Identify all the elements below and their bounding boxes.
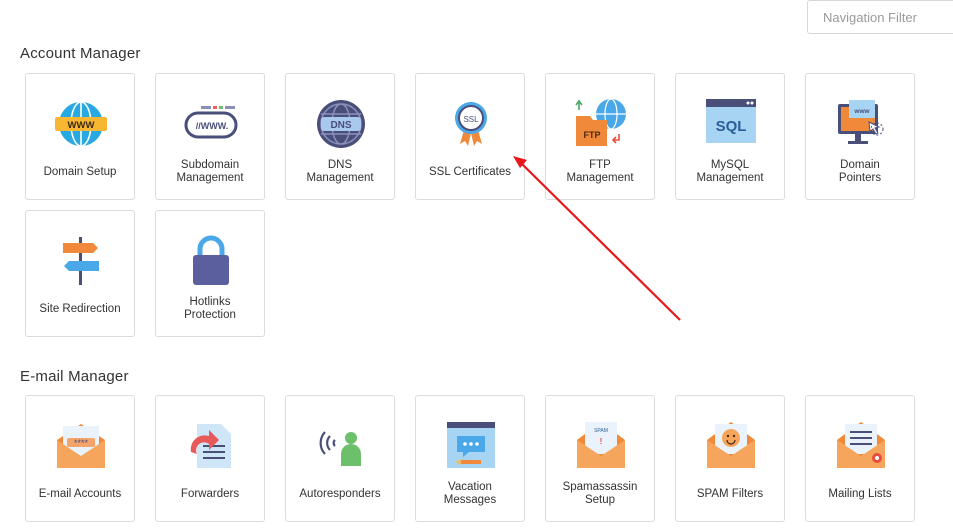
- forward-document-icon: [183, 418, 239, 474]
- tile-label: FTP Management: [566, 159, 634, 184]
- tile-ftp-management[interactable]: FTP FTP Management: [545, 73, 655, 200]
- tile-label: Domain Setup: [43, 165, 117, 178]
- www-link-icon: //WWW.: [183, 96, 239, 152]
- tile-hotlinks-protection[interactable]: Hotlinks Protection: [155, 210, 265, 337]
- tile-dns-management[interactable]: DNS DNS Management: [285, 73, 395, 200]
- tile-mysql-management[interactable]: SQL MySQL Management: [675, 73, 785, 200]
- ftp-folder-icon: FTP: [573, 96, 629, 152]
- tile-subdomain-management[interactable]: //WWW. Subdomain Management: [155, 73, 265, 200]
- svg-text:****: ****: [74, 438, 89, 448]
- person-signal-icon: [313, 418, 369, 474]
- tile-label: SPAM Filters: [696, 487, 764, 500]
- svg-text:DNS: DNS: [330, 120, 351, 131]
- svg-text:www: www: [853, 108, 870, 115]
- tile-site-redirection[interactable]: Site Redirection: [25, 210, 135, 337]
- spam-envelope-icon: SPAM !: [573, 418, 629, 474]
- tile-label: Forwarders: [180, 487, 240, 500]
- tile-label: Mailing Lists: [828, 487, 892, 500]
- tile-label: Autoresponders: [299, 487, 381, 500]
- tile-ssl-certificates[interactable]: SSL SSL Certificates: [415, 73, 525, 200]
- envelope-password-icon: ****: [53, 418, 109, 474]
- dns-globe-icon: DNS: [313, 96, 369, 152]
- svg-text:!: !: [600, 437, 603, 446]
- list-envelope-icon: [833, 418, 889, 474]
- globe-www-icon: WWW: [53, 96, 109, 152]
- smiley-envelope-icon: [703, 418, 759, 474]
- account-manager-heading: Account Manager: [20, 45, 141, 62]
- tile-spam-filters[interactable]: SPAM Filters: [675, 395, 785, 522]
- padlock-icon: [183, 233, 239, 289]
- tile-label: Hotlinks Protection: [184, 296, 236, 321]
- ssl-badge-icon: SSL: [443, 96, 499, 152]
- sql-window-icon: SQL: [703, 96, 759, 152]
- tile-domain-setup[interactable]: WWW Domain Setup: [25, 73, 135, 200]
- email-manager-heading: E-mail Manager: [20, 368, 129, 385]
- tile-autoresponders[interactable]: Autoresponders: [285, 395, 395, 522]
- svg-text:WWW: WWW: [68, 120, 95, 131]
- svg-text:SSL: SSL: [463, 115, 479, 124]
- tile-label: MySQL Management: [696, 159, 764, 184]
- tile-label: Domain Pointers: [838, 159, 882, 184]
- message-window-icon: [443, 418, 499, 474]
- tile-spamassassin-setup[interactable]: SPAM ! Spamassassin Setup: [545, 395, 655, 522]
- tile-label: Vacation Messages: [443, 481, 497, 506]
- svg-text:SQL: SQL: [716, 118, 747, 135]
- tile-label: E-mail Accounts: [38, 487, 122, 500]
- svg-text:SPAM: SPAM: [594, 428, 608, 434]
- navigation-filter-input[interactable]: [807, 0, 953, 34]
- tile-label: DNS Management: [306, 159, 374, 184]
- svg-text:FTP: FTP: [584, 130, 601, 140]
- signpost-icon: [53, 233, 109, 289]
- tile-label: Spamassassin Setup: [562, 481, 638, 506]
- tile-domain-pointers[interactable]: www Domain Pointers: [805, 73, 915, 200]
- tile-mailing-lists[interactable]: Mailing Lists: [805, 395, 915, 522]
- monitor-pointer-icon: www: [833, 96, 889, 152]
- tile-forwarders[interactable]: Forwarders: [155, 395, 265, 522]
- tile-label: Subdomain Management: [176, 159, 244, 184]
- tile-label: Site Redirection: [39, 302, 121, 315]
- tile-label: SSL Certificates: [428, 165, 512, 178]
- svg-text://WWW.: //WWW.: [196, 121, 229, 131]
- tile-email-accounts[interactable]: **** E-mail Accounts: [25, 395, 135, 522]
- tile-vacation-messages[interactable]: Vacation Messages: [415, 395, 525, 522]
